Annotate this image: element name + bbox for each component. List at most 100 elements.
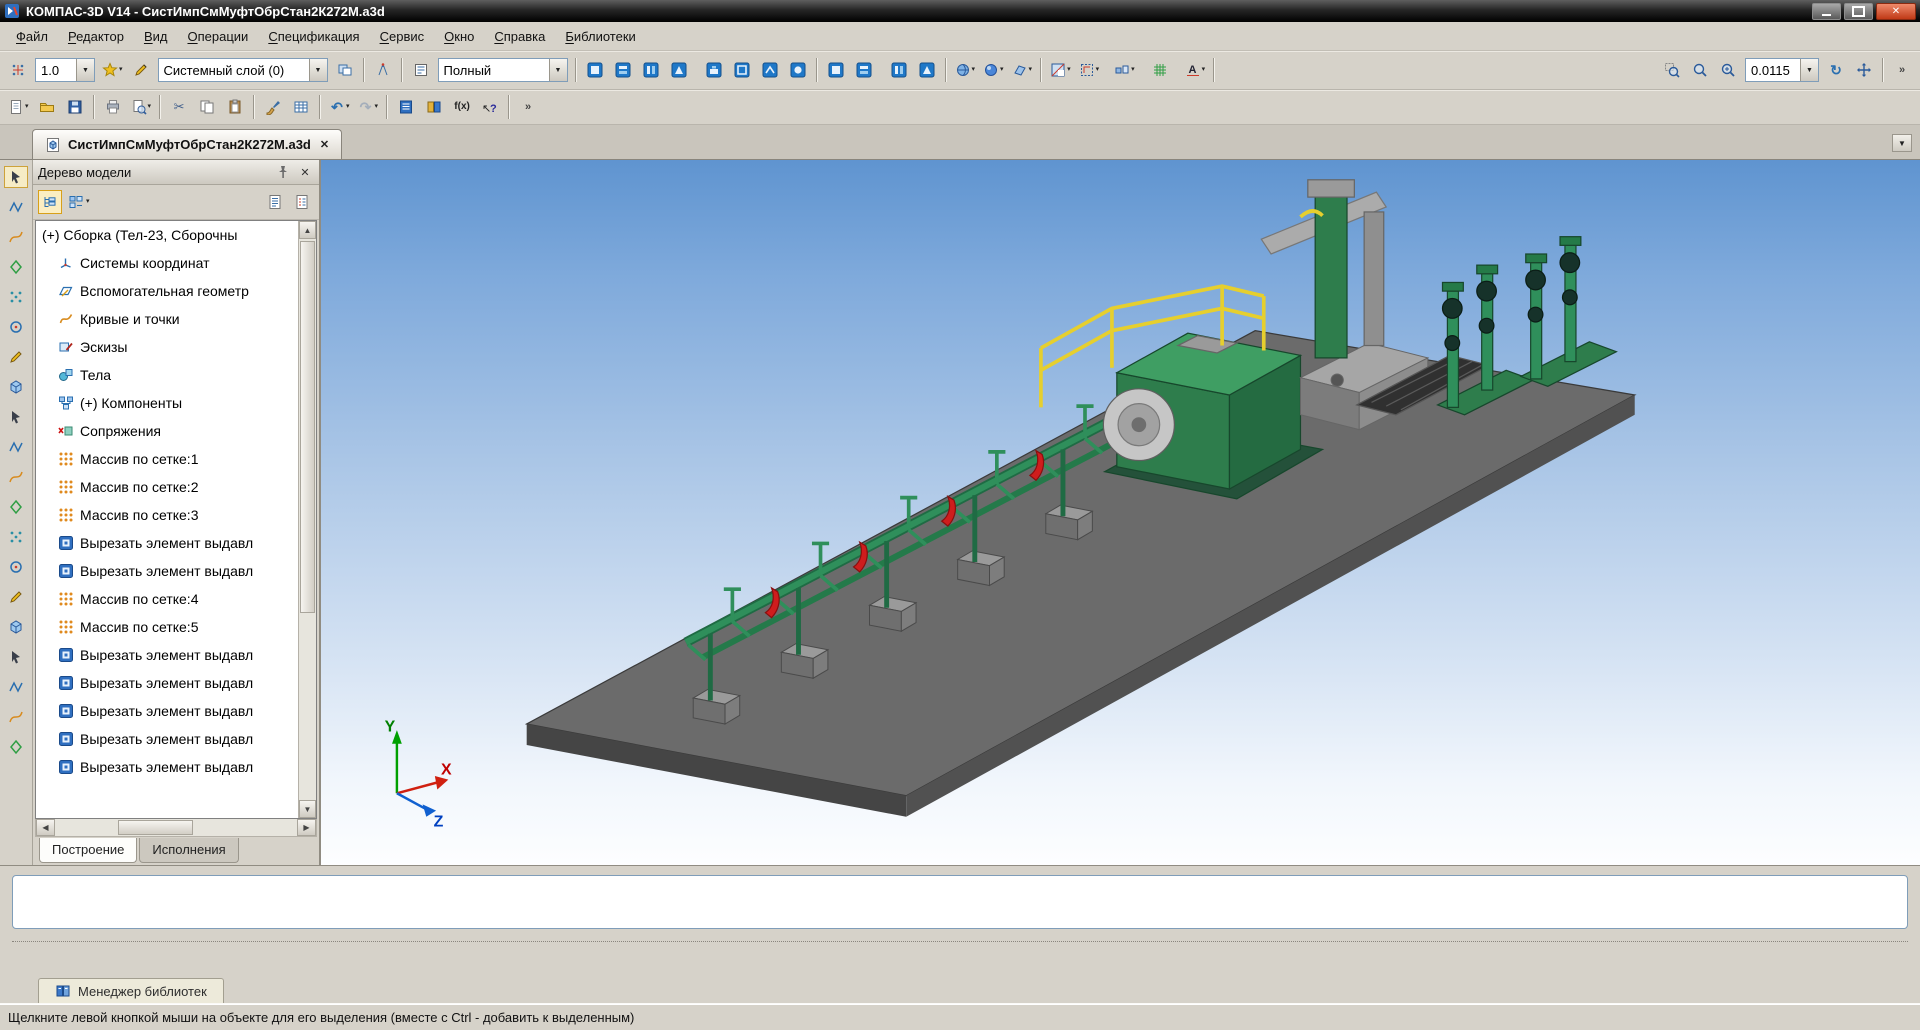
tree-item[interactable]: Эскизы <box>36 333 299 361</box>
properties-button[interactable] <box>290 190 314 214</box>
tree-item[interactable]: Вспомогательная геометр <box>36 277 299 305</box>
specification-button[interactable] <box>393 94 419 120</box>
scroll-up-icon[interactable]: ▲ <box>299 221 316 239</box>
simplify-view-button[interactable]: ▾ <box>1111 57 1138 83</box>
menu-окно[interactable]: Окно <box>434 25 484 48</box>
library-manager-tab[interactable]: Менеджер библиотек <box>38 978 224 1003</box>
tree-horizontal-scrollbar[interactable]: ◀ ▶ <box>35 819 317 837</box>
view-dimetric-button[interactable] <box>785 57 811 83</box>
tree-structure-button[interactable] <box>38 190 62 214</box>
tree-item[interactable]: Сопряжения <box>36 417 299 445</box>
view-right-button[interactable] <box>729 57 755 83</box>
tree-tab-active[interactable]: Построение <box>39 838 137 863</box>
tree-item[interactable]: Вырезать элемент выдавл <box>36 753 299 781</box>
dropdown-arrow-icon[interactable]: ▼ <box>549 59 567 81</box>
help-pointer-button[interactable]: ↖? <box>477 94 503 120</box>
scroll-right-icon[interactable]: ▶ <box>297 819 316 836</box>
menu-спецификация[interactable]: Спецификация <box>258 25 369 48</box>
dropdown-arrow-icon[interactable]: ▾ <box>86 197 90 207</box>
dropdown-arrow-icon[interactable]: ▾ <box>375 102 379 112</box>
hidden-thin-button[interactable] <box>886 57 912 83</box>
pencil-tool-button[interactable] <box>4 346 28 368</box>
scrollbar-thumb[interactable] <box>300 241 315 613</box>
toolbar-options-button[interactable]: » <box>515 94 541 120</box>
menu-редактор[interactable]: Редактор <box>58 25 134 48</box>
grid-toggle-button[interactable] <box>1147 57 1173 83</box>
dropdown-arrow-icon[interactable]: ▾ <box>25 102 29 112</box>
tree-item[interactable]: Массив по сетке:3 <box>36 501 299 529</box>
scale-combo[interactable]: 1.0▼ <box>35 58 95 82</box>
chart-tool-button[interactable] <box>4 496 28 518</box>
projection-button[interactable]: ▾ <box>1009 57 1036 83</box>
shell-tool-button[interactable] <box>4 706 28 728</box>
tree-item[interactable]: (+) Компоненты <box>36 389 299 417</box>
scrollbar-track[interactable] <box>299 239 316 800</box>
dropdown-arrow-icon[interactable]: ▼ <box>309 59 327 81</box>
shading-mode-button[interactable]: ▾ <box>980 57 1007 83</box>
diamond-tool-button[interactable] <box>4 256 28 278</box>
tree-item[interactable]: Массив по сетке:2 <box>36 473 299 501</box>
view-top-button[interactable] <box>638 57 664 83</box>
dropdown-arrow-icon[interactable]: ▼ <box>1800 59 1818 81</box>
shaded-edges-button[interactable] <box>914 57 940 83</box>
zoom-scale-button[interactable] <box>1715 57 1741 83</box>
dropdown-arrow-icon[interactable]: ▾ <box>1202 65 1206 75</box>
scrollbar-thumb[interactable] <box>118 820 193 835</box>
hidden-lines-button[interactable] <box>851 57 877 83</box>
menu-справка[interactable]: Справка <box>484 25 555 48</box>
tree-item[interactable]: Вырезать элемент выдавл <box>36 725 299 753</box>
dropdown-arrow-icon[interactable]: ▾ <box>119 65 123 75</box>
new-doc-button[interactable]: ▾ <box>5 94 32 120</box>
step-combo[interactable]: 0.0115▼ <box>1745 58 1819 82</box>
sphere-tool-button[interactable] <box>4 556 28 578</box>
scroll-down-icon[interactable]: ▼ <box>299 800 316 818</box>
dimensions-style-button[interactable]: A▾ <box>1182 57 1209 83</box>
copy-style-button[interactable] <box>260 94 286 120</box>
dropdown-arrow-icon[interactable]: ▾ <box>1029 65 1033 75</box>
refresh-view-button[interactable]: ↻ <box>1823 57 1849 83</box>
save-button[interactable] <box>62 94 88 120</box>
point-tool-button[interactable] <box>4 406 28 428</box>
selection-filter-button[interactable] <box>4 166 28 188</box>
tree-item[interactable]: Вырезать элемент выдавл <box>36 669 299 697</box>
menu-сервис[interactable]: Сервис <box>370 25 435 48</box>
wireframe-button[interactable] <box>823 57 849 83</box>
tree-item[interactable]: (+) Сборка (Тел-23, Сборочны <box>36 221 299 249</box>
spreadsheet-button[interactable] <box>288 94 314 120</box>
zoom-pointer-button[interactable] <box>1687 57 1713 83</box>
sketch-tool-button[interactable] <box>4 196 28 218</box>
menu-операции[interactable]: Операции <box>177 25 258 48</box>
dropdown-arrow-icon[interactable]: ▾ <box>972 65 976 75</box>
local-frame-button[interactable]: ▾ <box>1076 57 1103 83</box>
view-front-button[interactable] <box>582 57 608 83</box>
compass-button[interactable] <box>370 57 396 83</box>
section-tool-button[interactable] <box>4 586 28 608</box>
close-button[interactable]: ✕ <box>1876 3 1916 20</box>
tree-item[interactable]: Кривые и точки <box>36 305 299 333</box>
solid-tool-button[interactable] <box>4 526 28 548</box>
tree-composition-button[interactable]: ▾ <box>65 190 93 214</box>
tree-item[interactable]: Вырезать элемент выдавл <box>36 697 299 725</box>
redo-button[interactable]: ↷▾ <box>355 94 382 120</box>
print-preview-button[interactable]: ▾ <box>128 94 155 120</box>
view-isometric-button[interactable] <box>757 57 783 83</box>
dropdown-arrow-icon[interactable]: ▼ <box>76 59 94 81</box>
scroll-left-icon[interactable]: ◀ <box>36 819 55 836</box>
circle-tool-button[interactable] <box>4 316 28 338</box>
menu-библиотеки[interactable]: Библиотеки <box>555 25 645 48</box>
snap-options-button[interactable]: ▾ <box>99 57 126 83</box>
copy-button[interactable] <box>194 94 220 120</box>
more-commands-button[interactable]: » <box>1889 57 1915 83</box>
print-button[interactable] <box>100 94 126 120</box>
copy-tool-button[interactable] <box>4 646 28 668</box>
dropdown-arrow-icon[interactable]: ▾ <box>1000 65 1004 75</box>
tree-tab-inactive[interactable]: Исполнения <box>139 838 238 863</box>
points-array-tool-button[interactable] <box>4 286 28 308</box>
view-back-button[interactable] <box>610 57 636 83</box>
property-bar[interactable] <box>12 875 1908 929</box>
tab-close-icon[interactable]: ✕ <box>320 138 329 151</box>
scrollbar-track[interactable] <box>55 819 297 836</box>
layer-combo[interactable]: Системный слой (0)▼ <box>158 58 328 82</box>
menu-вид[interactable]: Вид <box>134 25 178 48</box>
report-button[interactable] <box>263 190 287 214</box>
